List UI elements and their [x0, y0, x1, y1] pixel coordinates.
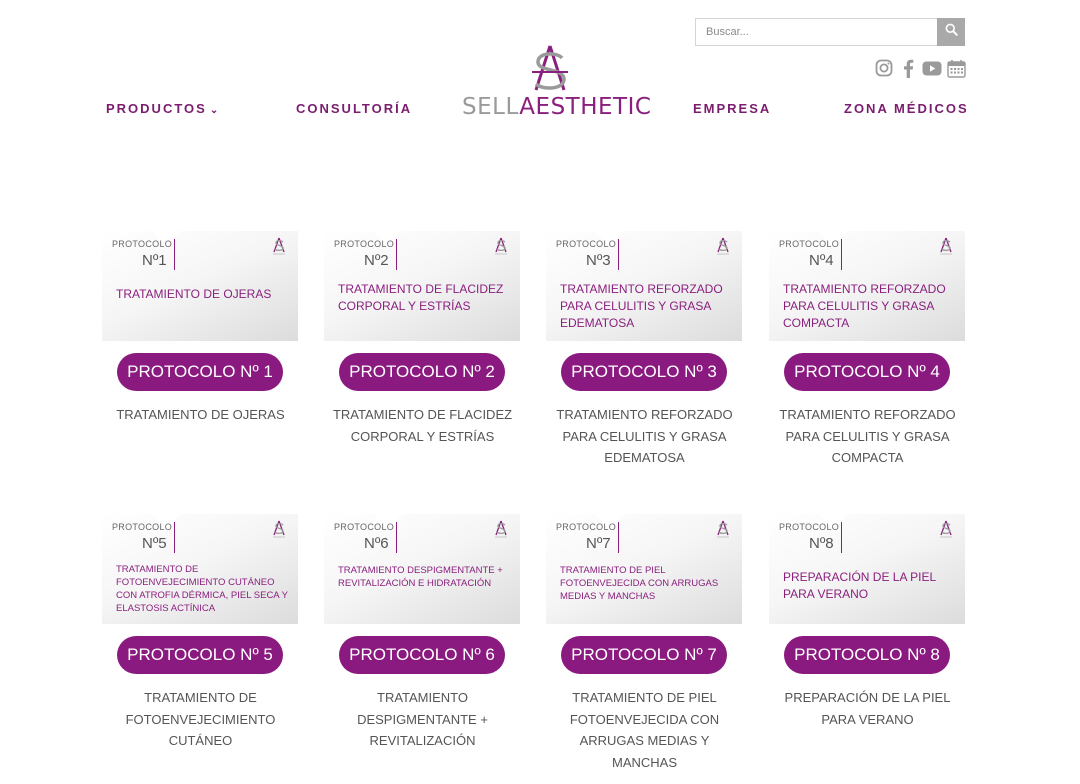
- search-icon: [945, 23, 958, 41]
- protocol-number: Nº4: [809, 252, 834, 269]
- protocol-description: TRATAMIENTO DE FLACIDEZ CORPORAL Y ESTRÍ…: [332, 407, 513, 444]
- mini-logo-icon: [273, 520, 285, 538]
- divider-line: [396, 522, 397, 553]
- nav-zona-medicos[interactable]: ZONA MÉDICOS: [844, 101, 969, 116]
- divider-line: [618, 239, 619, 270]
- logo-aesthetic: AESTHETIC: [519, 94, 652, 120]
- protocol-number: Nº1: [142, 252, 167, 269]
- protocol-tag: PROTOCOLO: [556, 239, 617, 249]
- chevron-down-icon: ⌄: [209, 105, 221, 116]
- protocol-number: Nº7: [586, 535, 611, 552]
- mini-logo-icon: [495, 520, 507, 538]
- protocol-thumb-title: PREPARACIÓN DE LA PIEL PARA VERANO: [783, 570, 936, 601]
- divider-line: [841, 522, 842, 553]
- mini-logo-icon: [940, 237, 952, 255]
- divider-line: [618, 522, 619, 553]
- divider-line: [174, 239, 175, 270]
- logo-monogram: [532, 45, 568, 91]
- protocol-button[interactable]: PROTOCOLO Nº 8: [784, 636, 950, 674]
- site-logo[interactable]: SELLAESTHETIC: [462, 44, 651, 122]
- protocol-description: TRATAMIENTO DE OJERAS: [116, 407, 285, 422]
- protocol-tag: PROTOCOLO: [112, 522, 173, 532]
- protocol-thumb-title: TRATAMIENTO DE FLACIDEZ CORPORAL Y ESTRÍ…: [338, 282, 504, 313]
- logo-sell: SELL: [462, 94, 520, 120]
- protocol-button[interactable]: PROTOCOLO Nº 4: [784, 353, 950, 391]
- divider-line: [396, 239, 397, 270]
- protocol-card: PROTOCOLO Nº1 TRATAMIENTO DE OJERAS PROTOCO…: [102, 231, 299, 422]
- protocol-button[interactable]: PROTOCOLO Nº 7: [561, 636, 727, 674]
- protocol-button[interactable]: PROTOCOLO Nº 5: [117, 636, 283, 674]
- divider-line: [841, 239, 842, 270]
- nav-empresa[interactable]: EMPRESA: [693, 101, 771, 116]
- protocol-tag: PROTOCOLO: [779, 522, 840, 532]
- search-input[interactable]: [695, 18, 937, 46]
- protocol-number: Nº3: [586, 252, 611, 269]
- protocol-number: Nº6: [364, 535, 389, 552]
- mini-logo-icon: [717, 237, 729, 255]
- protocol-tag: PROTOCOLO: [334, 239, 395, 249]
- protocol-thumb-title: TRATAMIENTO REFORZADO PARA CELULITIS Y G…: [783, 282, 946, 330]
- protocol-tag: PROTOCOLO: [556, 522, 617, 532]
- mini-logo-icon: [495, 237, 507, 255]
- protocol-description: TRATAMIENTO REFORZADO PARA CELULITIS Y G…: [779, 407, 956, 465]
- protocol-thumb-title: TRATAMIENTO DESPIGMENTANTE + REVITALIZAC…: [338, 565, 503, 589]
- search-form: [695, 18, 965, 46]
- protocol-thumbnail[interactable]: PROTOCOLO Nº6 TRATAMIENTO DESPIGMENTANTE +…: [324, 514, 520, 624]
- protocol-card: PROTOCOLO Nº5 TRATAMIENTO DE FOTOENVEJECIM…: [102, 514, 299, 748]
- protocol-description: TRATAMIENTO REFORZADO PARA CELULITIS Y G…: [556, 407, 733, 465]
- protocol-thumb-title: TRATAMIENTO DE FOTOENVEJECIMIENTO CUTÁNE…: [116, 564, 288, 614]
- protocol-thumbnail[interactable]: PROTOCOLO Nº3 TRATAMIENTO REFORZADO PARA C…: [546, 231, 742, 341]
- social-links: [874, 58, 966, 78]
- nav-consultoria[interactable]: CONSULTORÍA: [296, 101, 412, 116]
- youtube-icon[interactable]: [922, 58, 942, 78]
- protocol-button[interactable]: PROTOCOLO Nº 2: [339, 353, 505, 391]
- protocol-thumbnail[interactable]: PROTOCOLO Nº5 TRATAMIENTO DE FOTOENVEJECIM…: [102, 514, 298, 624]
- protocol-number: Nº5: [142, 535, 167, 552]
- protocol-thumb-title: TRATAMIENTO REFORZADO PARA CELULITIS Y G…: [560, 282, 723, 330]
- mini-logo-icon: [273, 237, 285, 255]
- protocol-thumbnail[interactable]: PROTOCOLO Nº2 TRATAMIENTO DE FLACIDEZ CORP…: [324, 231, 520, 341]
- protocol-button[interactable]: PROTOCOLO Nº 1: [117, 353, 283, 391]
- logo-wordmark: SELLAESTHETIC: [462, 94, 651, 120]
- protocol-button[interactable]: PROTOCOLO Nº 6: [339, 636, 505, 674]
- protocol-description: TRATAMIENTO DE FOTOENVEJECIMIENTO CUTÁNE…: [125, 690, 276, 748]
- protocol-thumb-title: TRATAMIENTO DE PIEL FOTOENVEJECIDA CON A…: [560, 565, 719, 602]
- divider-line: [174, 522, 175, 553]
- instagram-icon[interactable]: [874, 58, 894, 78]
- protocol-card: PROTOCOLO Nº4 TRATAMIENTO REFORZADO PARA C…: [769, 231, 966, 465]
- protocol-number: Nº2: [364, 252, 389, 269]
- protocol-tag: PROTOCOLO: [112, 239, 173, 249]
- facebook-icon[interactable]: [898, 58, 918, 78]
- protocol-thumbnail[interactable]: PROTOCOLO Nº8 PREPARACIÓN DE LA PIEL PARA …: [769, 514, 965, 624]
- protocol-button[interactable]: PROTOCOLO Nº 3: [561, 353, 727, 391]
- mini-logo-icon: [940, 520, 952, 538]
- protocol-card: PROTOCOLO Nº3 TRATAMIENTO REFORZADO PARA C…: [546, 231, 743, 465]
- protocol-card: PROTOCOLO Nº8 PREPARACIÓN DE LA PIEL PARA …: [769, 514, 966, 727]
- protocol-card: PROTOCOLO Nº7 TRATAMIENTO DE PIEL FOTOENVE…: [546, 514, 743, 770]
- protocol-description: TRATAMIENTO DE PIEL FOTOENVEJECIDA CON A…: [569, 690, 720, 770]
- protocol-thumb-title: TRATAMIENTO DE OJERAS: [116, 287, 272, 301]
- protocol-thumbnail[interactable]: PROTOCOLO Nº4 TRATAMIENTO REFORZADO PARA C…: [769, 231, 965, 341]
- protocol-tag: PROTOCOLO: [779, 239, 840, 249]
- nav-productos[interactable]: PRODUCTOS ⌄: [106, 101, 220, 116]
- protocol-thumbnail[interactable]: PROTOCOLO Nº1 TRATAMIENTO DE OJERAS: [102, 231, 298, 341]
- calendar-icon[interactable]: [946, 58, 966, 78]
- protocol-thumbnail[interactable]: PROTOCOLO Nº7 TRATAMIENTO DE PIEL FOTOENVE…: [546, 514, 742, 624]
- protocol-tag: PROTOCOLO: [334, 522, 395, 532]
- protocol-description: TRATAMIENTO DESPIGMENTANTE + REVITALIZAC…: [357, 690, 488, 748]
- search-button[interactable]: [937, 18, 965, 46]
- protocol-number: Nº8: [809, 535, 834, 552]
- protocol-card: PROTOCOLO Nº6 TRATAMIENTO DESPIGMENTANTE +…: [324, 514, 521, 748]
- mini-logo-icon: [717, 520, 729, 538]
- protocol-card: PROTOCOLO Nº2 TRATAMIENTO DE FLACIDEZ CORP…: [324, 231, 521, 444]
- nav-productos-label: PRODUCTOS: [106, 101, 207, 116]
- protocol-description: PREPARACIÓN DE LA PIEL PARA VERANO: [784, 690, 951, 727]
